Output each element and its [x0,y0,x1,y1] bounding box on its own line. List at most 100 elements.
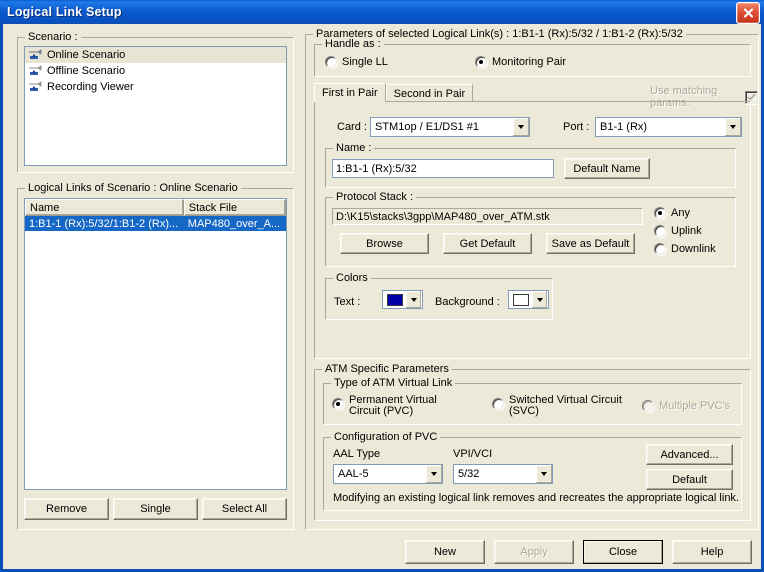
listview-header: Name Stack File [25,199,286,216]
scenario-item-label: Recording Viewer [47,81,134,93]
save-as-default-button[interactable]: Save as Default [546,233,635,254]
scenario-item-online[interactable]: Online Scenario [25,47,286,63]
scenario-icon [28,80,43,94]
port-value: B1-1 (Rx) [600,121,648,133]
close-icon [743,8,753,18]
tab-second-in-pair[interactable]: Second in Pair [385,84,474,102]
remove-button[interactable]: Remove [24,498,109,520]
window-title: Logical Link Setup [7,5,122,19]
aal-type-combobox[interactable]: AAL-5 [333,464,443,484]
chevron-down-icon[interactable] [512,118,529,136]
radio-label: Downlink [671,243,716,255]
scenario-item-label: Online Scenario [47,49,126,61]
radio-downlink[interactable]: Downlink [654,243,716,255]
vpi-vci-combobox[interactable]: 5/32 [453,464,553,484]
protocol-stack-path[interactable]: D:\K15\stacks\3gpp\MAP480_over_ATM.stk [332,208,643,225]
protocol-stack-value: D:\K15\stacks\3gpp\MAP480_over_ATM.stk [336,210,550,223]
logical-links-legend: Logical Links of Scenario : Online Scena… [25,182,241,194]
advanced-button[interactable]: Advanced... [646,444,733,465]
atm-parameters-group: ATM Specific Parameters Type of ATM Virt… [314,363,751,521]
name-input[interactable]: 1:B1-1 (Rx):5/32 [332,159,554,178]
chevron-down-icon[interactable] [535,465,552,483]
check-icon [747,93,756,101]
protocol-stack-legend: Protocol Stack : [333,191,417,203]
dialog-window: Logical Link Setup Scenario : Online Sce… [0,0,764,572]
background-color-label: Background : [435,296,500,308]
column-header-name[interactable]: Name [25,199,184,216]
tab-panel-first-in-pair: Card : STM1op / E1/DS1 #1 Port : B1-1 (R… [314,101,751,359]
radio-icon [325,56,337,68]
cell-name: 1:B1-1 (Rx):5/32/1:B1-2 (Rx)... [29,217,179,230]
title-bar: Logical Link Setup [0,0,764,24]
card-value: STM1op / E1/DS1 #1 [375,121,479,133]
chevron-down-icon[interactable] [425,465,442,483]
radio-icon [475,56,487,68]
name-input-value: 1:B1-1 (Rx):5/32 [336,162,417,175]
pvc-note: Modifying an existing logical link remov… [333,492,739,504]
help-button[interactable]: Help [672,540,752,564]
logical-links-group: Logical Links of Scenario : Online Scena… [17,182,294,530]
atm-type-legend: Type of ATM Virtual Link [331,377,456,389]
port-combobox[interactable]: B1-1 (Rx) [595,117,742,137]
single-button[interactable]: Single [113,498,198,520]
radio-single-ll[interactable]: Single LL [325,56,388,68]
port-label: Port : [563,121,590,133]
pair-tabs: First in Pair Second in Pair [314,83,474,102]
aal-type-value: AAL-5 [338,468,369,480]
radio-label: Monitoring Pair [492,56,566,68]
name-legend: Name : [333,142,375,154]
scenario-icon [28,48,43,62]
radio-label: Single LL [342,56,388,68]
table-row[interactable]: 1:B1-1 (Rx):5/32/1:B1-2 (Rx)... MAP480_o… [25,216,286,231]
card-combobox[interactable]: STM1op / E1/DS1 #1 [370,117,530,137]
radio-uplink[interactable]: Uplink [654,225,702,237]
scenario-item-offline[interactable]: Offline Scenario [25,63,286,79]
new-button[interactable]: New [405,540,485,564]
radio-label: Any [671,207,690,219]
scenario-icon [28,64,43,78]
radio-multiple-pvcs[interactable]: Multiple PVC's [642,400,730,412]
text-color-swatch [383,291,406,308]
radio-pvc[interactable]: Permanent Virtual Circuit (PVC) [332,395,469,417]
radio-icon [332,398,344,410]
column-header-stack-file[interactable]: Stack File [183,199,286,216]
scenario-item-label: Offline Scenario [47,65,126,77]
atm-type-group: Type of ATM Virtual Link Permanent Virtu… [323,377,742,425]
browse-button[interactable]: Browse [340,233,429,254]
parameters-group: Parameters of selected Logical Link(s) :… [305,28,759,530]
background-color-combobox[interactable] [508,290,549,309]
radio-icon [654,207,666,219]
scenario-item-recording-viewer[interactable]: Recording Viewer [25,79,286,95]
pvc-default-button[interactable]: Default [646,469,733,490]
background-color-swatch [509,291,532,308]
pvc-config-legend: Configuration of PVC [331,431,441,443]
tab-first-in-pair[interactable]: First in Pair [314,83,386,102]
chevron-down-icon[interactable] [406,291,421,308]
radio-icon [654,243,666,255]
vpi-vci-value: 5/32 [458,468,480,480]
get-default-button[interactable]: Get Default [443,233,532,254]
scenario-listbox[interactable]: Online Scenario Offline Scenario Recordi… [24,46,287,166]
select-all-button[interactable]: Select All [202,498,287,520]
logical-links-listview[interactable]: Name Stack File 1:B1-1 (Rx):5/32/1:B1-2 … [24,198,287,490]
cell-stack-file: MAP480_over_A... [187,217,281,230]
vpi-vci-label: VPI/VCI [453,448,493,460]
radio-label: Multiple PVC's [659,400,731,412]
colors-group: Colors Text : Background : [325,272,553,320]
radio-any[interactable]: Any [654,207,690,219]
scenario-legend: Scenario : [25,31,81,43]
scenario-group: Scenario : Online Scenario Offline Scena… [17,31,294,173]
default-name-button[interactable]: Default Name [564,158,650,179]
close-button[interactable]: Close [583,540,663,564]
radio-svc[interactable]: Switched Virtual Circuit (SVC) [492,395,627,417]
handle-as-legend: Handle as : [322,38,384,50]
radio-label: Switched Virtual Circuit (SVC) [509,394,622,417]
name-group: Name : 1:B1-1 (Rx):5/32 Default Name [325,142,736,188]
apply-button: Apply [494,540,574,564]
chevron-down-icon[interactable] [532,291,547,308]
chevron-down-icon[interactable] [724,118,741,136]
radio-monitoring-pair[interactable]: Monitoring Pair [475,56,566,68]
close-window-button[interactable] [736,2,760,24]
text-color-label: Text : [334,296,361,308]
text-color-combobox[interactable] [382,290,423,309]
